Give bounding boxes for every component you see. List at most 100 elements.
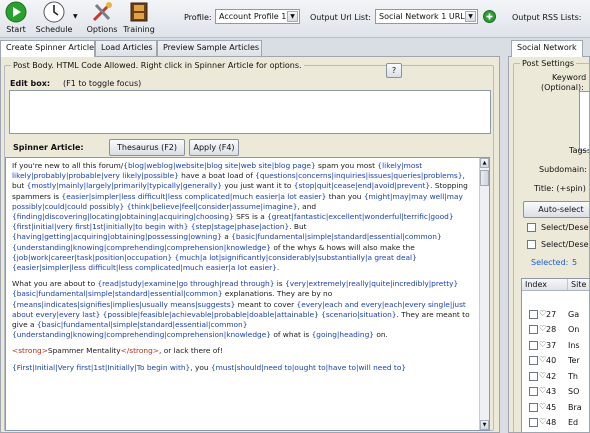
site-column-header[interactable]: Site	[568, 279, 589, 290]
spinner-article-text[interactable]: If you're new to all this forum/{blog|we…	[6, 158, 489, 382]
article-text-run: than you	[326, 191, 364, 201]
spin-syntax-group: {mostly|mainly|largely|primarily|typical…	[26, 181, 223, 191]
list-item[interactable]: ♡ 43 SO	[522, 384, 589, 400]
site-list-header: Index Site	[522, 279, 589, 291]
spin-syntax-group: {First|Initial|Very first|1st|Initially|…	[12, 362, 191, 372]
list-item[interactable]: ♡ 48 Ed	[522, 415, 589, 431]
selected-label: Selected:	[531, 258, 569, 267]
help-button[interactable]: ?	[386, 63, 402, 78]
list-item[interactable]: ♡ 37 Ins	[522, 338, 589, 354]
profile-select[interactable]: Account Profile 1 ▼	[215, 9, 300, 24]
list-item[interactable]: ♡ 28 On	[522, 322, 589, 338]
play-icon	[5, 1, 27, 23]
list-item[interactable]: ♡ 40 Ter	[522, 353, 589, 369]
row-checkbox[interactable]	[529, 418, 538, 427]
list-item[interactable]	[522, 291, 589, 307]
article-text-run: What you are about to	[12, 279, 98, 289]
row-checkbox[interactable]	[529, 356, 538, 365]
article-text-run: a	[221, 232, 232, 242]
chevron-down-icon[interactable]: ▼	[73, 13, 78, 20]
social-network-panel: Post Settings Keyword (Optional): Tags: …	[508, 56, 590, 433]
chevron-down-icon: ▼	[287, 11, 298, 22]
output-url-select-value: Social Network 1 URL	[379, 12, 465, 21]
thesaurus-button[interactable]: Thesaurus (F2)	[109, 139, 185, 156]
row-site: SO	[568, 387, 580, 396]
schedule-button[interactable]: Schedule	[30, 1, 78, 34]
article-scrollbar[interactable]: ▲ ▼	[479, 158, 489, 430]
strong-open-tag: <strong>	[12, 346, 48, 356]
row-checkbox[interactable]	[529, 340, 538, 350]
spin-syntax-group: {job|work|career|task|position|occupatio…	[12, 252, 173, 262]
post-settings-title: Post Settings	[520, 59, 577, 68]
spin-syntax-group: {blog|weblog|website|blog site|web site|…	[123, 161, 316, 170]
article-paragraph-2: What you are about to {read|study|examin…	[12, 279, 477, 340]
row-checkbox[interactable]	[529, 325, 538, 334]
spin-syntax-group: {having|getting|acquiring|obtaining|poss…	[12, 232, 222, 242]
post-body-title: Post Body. HTML Code Allowed. Right clic…	[11, 61, 304, 70]
row-site: Bra	[568, 402, 582, 412]
row-site: Ga	[568, 309, 580, 319]
spin-syntax-group: {means|indicates|signifies|implies|usual…	[12, 299, 236, 309]
row-checkbox[interactable]	[529, 309, 538, 319]
list-item[interactable]: ♡ 45 Bra	[522, 400, 589, 416]
output-url-select[interactable]: Social Network 1 URL ▼	[375, 9, 478, 24]
row-site: On	[568, 325, 580, 334]
training-button[interactable]: Training	[120, 1, 158, 34]
tab-preview-sample-articles[interactable]: Preview Sample Articles	[157, 40, 262, 56]
spin-syntax-group: {basic|fundamental|simple|standard|essen…	[36, 320, 248, 330]
training-label: Training	[123, 25, 155, 34]
tab-load-articles[interactable]: Load Articles	[95, 40, 157, 56]
options-button[interactable]: Options	[86, 1, 118, 34]
spin-syntax-group: {read|study|examine|go through|read thro…	[97, 279, 275, 289]
list-item[interactable]: ♡ 27 Ga	[522, 307, 589, 323]
row-checkbox[interactable]	[529, 371, 538, 381]
row-index: 48	[546, 418, 557, 427]
row-checkbox[interactable]	[529, 387, 538, 396]
create-spinner-panel: Post Body. HTML Code Allowed. Right clic…	[0, 56, 500, 433]
tools-icon	[92, 2, 112, 22]
right-tabs: Social Network	[508, 40, 590, 57]
article-heading-tail: , or lack there of!	[159, 346, 223, 356]
spinner-article-editor[interactable]: If you're new to all this forum/{blog|we…	[5, 157, 490, 431]
scroll-thumb[interactable]	[480, 170, 489, 186]
index-column-header[interactable]: Index	[522, 279, 568, 290]
spin-syntax-group: {first|initial|very first|1st|initially|…	[12, 222, 189, 232]
tab-social-network[interactable]: Social Network	[511, 40, 583, 57]
start-label: Start	[6, 25, 26, 34]
spin-syntax-group: {going|heading}	[311, 330, 374, 340]
main-tabs: Create Spinner Article Load Articles Pre…	[0, 40, 500, 57]
start-button[interactable]: Start	[3, 1, 29, 34]
scroll-down-icon[interactable]: ▼	[480, 420, 489, 430]
article-text-run: SFS is a	[233, 212, 268, 222]
row-checkbox[interactable]	[529, 402, 538, 412]
edit-box-label: Edit box:	[10, 79, 51, 88]
add-icon[interactable]	[483, 10, 496, 23]
spin-syntax-group: {scenario|situation}	[321, 309, 397, 319]
profile-select-value: Account Profile 1	[219, 12, 287, 21]
select-deselect-label-1: Select/Dese	[541, 223, 589, 232]
scroll-up-icon[interactable]: ▲	[480, 158, 489, 168]
film-icon	[130, 2, 148, 22]
auto-select-button[interactable]: Auto-select	[523, 201, 589, 218]
select-deselect-checkbox-2[interactable]	[527, 240, 536, 249]
edit-box[interactable]	[9, 90, 491, 134]
output-url-label: Output Url List:	[310, 13, 371, 22]
spin-syntax-group: {understanding|knowing|comprehending|com…	[12, 330, 271, 340]
spinner-article-label: Spinner Article:	[13, 143, 84, 152]
list-item[interactable]: ♡ 42 Th	[522, 369, 589, 385]
article-paragraph-1: If you're new to all this forum/{blog|we…	[12, 161, 477, 273]
apply-button[interactable]: Apply (F4)	[189, 139, 239, 156]
row-site: Ter	[568, 356, 580, 365]
tab-create-spinner-article[interactable]: Create Spinner Article	[0, 40, 95, 57]
select-deselect-checkbox-1[interactable]	[527, 223, 536, 232]
edit-box-hint: (F1 to toggle focus)	[63, 79, 142, 88]
article-text-run: of what is	[270, 330, 312, 340]
article-text-run: explanations. They are by no	[222, 289, 333, 299]
keyword-input[interactable]	[579, 91, 589, 151]
row-site: Ins	[568, 340, 580, 350]
site-list[interactable]: Index Site ♡ 27 Ga ♡ 28 On ♡ 37 Ins ♡ 40 Ter ♡ 42 T…	[521, 278, 589, 432]
select-deselect-label-2: Select/Dese	[541, 240, 589, 249]
article-text-run: is	[274, 279, 286, 289]
spin-syntax-group: {basic|fundamental|simple|standard|essen…	[231, 232, 442, 242]
spin-syntax-group: {possible|feasible|achievable|probable|d…	[102, 309, 319, 319]
